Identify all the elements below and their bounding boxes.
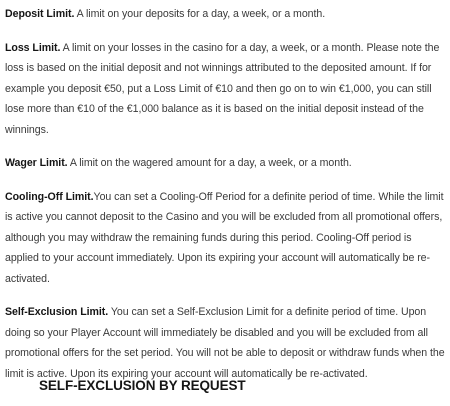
cooling-off-limit-paragraph: Cooling-Off Limit.You can set a Cooling-… [5, 187, 447, 290]
loss-limit-paragraph: Loss Limit. A limit on your losses in th… [5, 38, 447, 141]
self-exclusion-by-request-heading: SELF-EXCLUSION BY REQUEST [39, 378, 246, 393]
deposit-limit-term: Deposit Limit. [5, 8, 75, 20]
wager-limit-text: A limit on the wagered amount for a day,… [67, 157, 352, 169]
limits-document: Deposit Limit. A limit on your deposits … [5, 4, 447, 397]
self-exclusion-limit-paragraph: Self-Exclusion Limit. You can set a Self… [5, 302, 447, 384]
deposit-limit-text: A limit on your deposits for a day, a we… [74, 8, 326, 20]
self-exclusion-limit-term: Self-Exclusion Limit. [5, 306, 109, 318]
cooling-off-limit-text: You can set a Cooling-Off Period for a d… [5, 190, 444, 285]
cooling-off-limit-term: Cooling-Off Limit. [5, 190, 94, 203]
loss-limit-term: Loss Limit. [5, 41, 61, 54]
wager-limit-paragraph: Wager Limit. A limit on the wagered amou… [5, 153, 447, 174]
loss-limit-text: A limit on your losses in the casino for… [5, 41, 440, 136]
wager-limit-term: Wager Limit. [5, 157, 68, 169]
deposit-limit-paragraph: Deposit Limit. A limit on your deposits … [5, 4, 447, 25]
